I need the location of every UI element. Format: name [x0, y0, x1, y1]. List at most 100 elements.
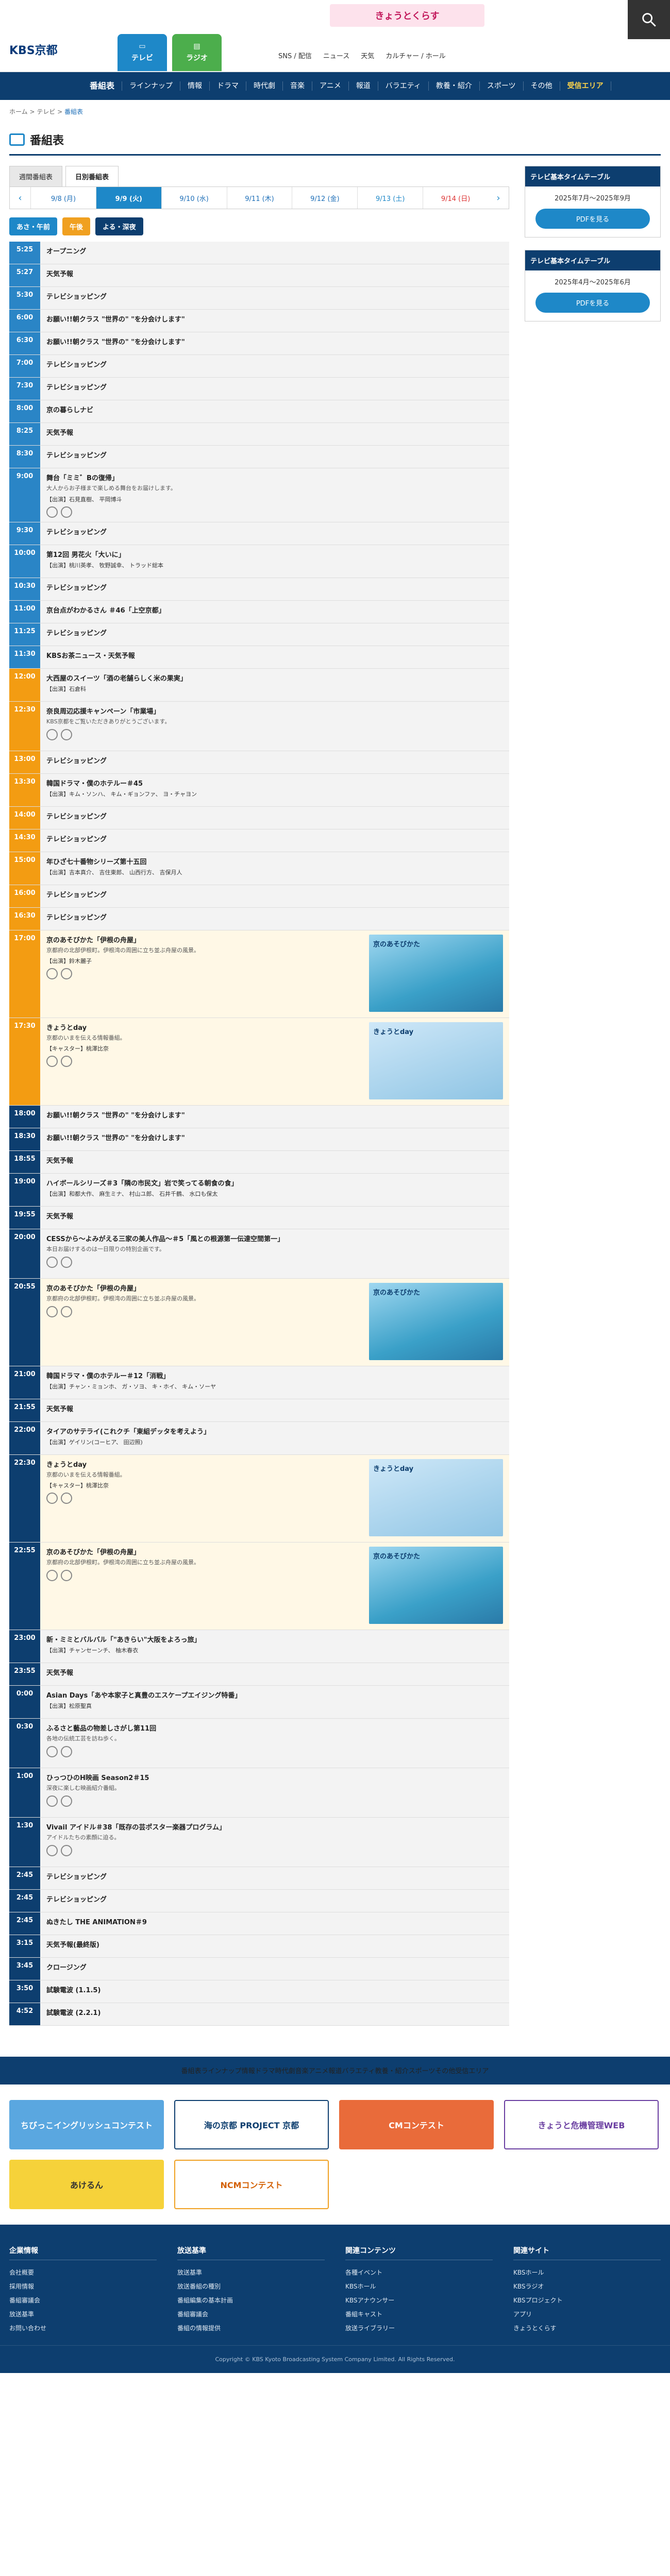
nav-item[interactable]: 時代劇	[246, 81, 283, 91]
filter-afternoon[interactable]: 午後	[62, 217, 91, 235]
nav-item[interactable]: ドラマ	[255, 2065, 275, 2075]
program-title[interactable]: テレビショッピング	[46, 582, 503, 592]
program-info-icon[interactable]	[46, 1570, 58, 1581]
footer-link[interactable]: KBSホール	[513, 2265, 661, 2279]
nav-item[interactable]: その他	[435, 2065, 455, 2075]
program-row[interactable]: 22:55 京のあそびかた「伊根の舟屋」 京都府の北部伊根町。伊根湾の周囲に立ち並ぶ…	[9, 1542, 509, 1630]
program-row[interactable]: 7:30 テレビショッピング	[9, 378, 509, 400]
site-logo[interactable]: KBS京都	[9, 41, 58, 58]
footer-link[interactable]: 番組の情報提供	[177, 2321, 325, 2335]
program-link-icon[interactable]	[61, 1056, 72, 1067]
program-title[interactable]: テレビショッピング	[46, 291, 503, 301]
nav-item[interactable]: ドラマ	[210, 81, 247, 91]
program-row[interactable]: 4:52 試験電波 (2.2.1)	[9, 2003, 509, 2026]
program-title[interactable]: きょうとday	[46, 1022, 363, 1032]
program-thumbnail[interactable]: 京のあそびかた	[369, 1546, 503, 1624]
program-row[interactable]: 23:00 新・ミミとバルバル「"あきらい"大阪をよろっ旅」 【出演】チャンセーンチ…	[9, 1630, 509, 1663]
nav-item[interactable]: 番組表	[82, 81, 123, 91]
footer-link[interactable]: 採用情報	[9, 2279, 157, 2293]
date-tab[interactable]: 9/12 (金)	[292, 187, 357, 209]
footer-link[interactable]: お問い合わせ	[9, 2321, 157, 2335]
program-row[interactable]: 2:45 テレビショッピング	[9, 1889, 509, 1912]
footer-link[interactable]: 会社概要	[9, 2265, 157, 2279]
promo-banner[interactable]: NCMコンテスト	[174, 2159, 329, 2209]
program-row[interactable]: 19:00 ハイボールシリーズ＃3「隣の市民文」岩で笑ってる朝食の食」 【出演】和都…	[9, 1173, 509, 1207]
program-thumbnail[interactable]: 京のあそびかた	[369, 934, 503, 1012]
program-link-icon[interactable]	[61, 506, 72, 518]
program-row[interactable]: 19:55 天気予報	[9, 1206, 509, 1229]
program-row[interactable]: 3:50 試験電波 (1.1.5)	[9, 1980, 509, 2003]
program-info-icon[interactable]	[46, 1056, 58, 1067]
nav-item[interactable]: その他	[524, 81, 560, 91]
program-title[interactable]: Vivail アイドル＃38「既存の芸ポスター楽器プログラム」	[46, 1822, 503, 1832]
program-row[interactable]: 15:00 年ひざ七十番物シリーズ第十五回 【出演】吉本真介、 吉住東郎、 山西行方…	[9, 852, 509, 885]
program-title[interactable]: テレビショッピング	[46, 834, 503, 843]
date-tab[interactable]: 9/11 (木)	[226, 187, 292, 209]
footer-link[interactable]: KBSプロジェクト	[513, 2293, 661, 2307]
program-row[interactable]: 11:30 KBSお茶ニュース・天気予報	[9, 646, 509, 669]
next-date-arrow-icon[interactable]: ›	[488, 187, 509, 209]
footer-link[interactable]: 番組キャスト	[345, 2307, 493, 2321]
program-info-icon[interactable]	[46, 506, 58, 518]
nav-item[interactable]: ラインナップ	[122, 81, 181, 91]
program-row[interactable]: 3:45 クロージング	[9, 1957, 509, 1980]
program-title[interactable]: 天気予報	[46, 427, 503, 437]
footer-link[interactable]: 放送ライブラリー	[345, 2321, 493, 2335]
program-title[interactable]: お願い!!朝クラス "世界の" "を分会けします"	[46, 336, 503, 346]
date-tab[interactable]: 9/14 (日)	[423, 187, 488, 209]
program-row[interactable]: 14:00 テレビショッピング	[9, 806, 509, 829]
promo-banner[interactable]: CMコンテスト	[339, 2099, 494, 2149]
program-row[interactable]: 12:00 大西屋のスイーツ「酒の老舗らしく米の果実」 【出演】石倉科	[9, 668, 509, 702]
program-title[interactable]: 京のあそびかた「伊根の舟屋」	[46, 1547, 363, 1556]
program-row[interactable]: 11:25 テレビショッピング	[9, 623, 509, 646]
program-row[interactable]: 9:30 テレビショッピング	[9, 522, 509, 545]
program-row[interactable]: 21:55 天気予報	[9, 1399, 509, 1422]
program-row[interactable]: 1:30 Vivail アイドル＃38「既存の芸ポスター楽器プログラム」 アイドルた…	[9, 1817, 509, 1867]
program-info-icon[interactable]	[46, 1306, 58, 1317]
program-link-icon[interactable]	[61, 1795, 72, 1807]
program-title[interactable]: 京のあそびかた「伊根の舟屋」	[46, 1283, 363, 1293]
nav-item[interactable]: ラインナップ	[202, 2065, 242, 2075]
program-row[interactable]: 10:00 第12回 男花火「大いに」 【出演】桃川英孝、 牧野誠幸、 トラッド総本	[9, 545, 509, 578]
program-row[interactable]: 6:00 お願い!!朝クラス "世界の" "を分会けします"	[9, 310, 509, 332]
program-title[interactable]: 年ひざ七十番物シリーズ第十五回	[46, 856, 503, 866]
tab-daily[interactable]: 日別番組表	[65, 166, 119, 187]
program-link-icon[interactable]	[61, 1493, 72, 1504]
program-row[interactable]: 20:55 京のあそびかた「伊根の舟屋」 京都府の北部伊根町。伊根湾の周囲に立ち並ぶ…	[9, 1278, 509, 1366]
program-title[interactable]: テレビショッピング	[46, 1894, 503, 1904]
program-info-icon[interactable]	[46, 1257, 58, 1268]
promo-banner[interactable]: あけるん	[9, 2159, 164, 2209]
program-title[interactable]: 天気予報	[46, 1667, 503, 1677]
search-button[interactable]	[628, 0, 670, 39]
program-title[interactable]: オープニング	[46, 246, 503, 256]
program-row[interactable]: 8:25 天気予報	[9, 423, 509, 446]
date-tab[interactable]: 9/9 (火)	[95, 187, 161, 209]
program-title[interactable]: 天気予報(最終版)	[46, 1939, 503, 1949]
program-row[interactable]: 1:00 ひっつひのH映画 Season2＃15 深夜に楽しむ映画紹介番組。	[9, 1768, 509, 1818]
program-title[interactable]: きょうとday	[46, 1459, 363, 1469]
nav-item[interactable]: アニメ	[309, 2065, 329, 2075]
program-link-icon[interactable]	[61, 1845, 72, 1856]
program-title[interactable]: ぬきたし THE ANIMATION＃9	[46, 1917, 503, 1926]
program-row[interactable]: 17:00 京のあそびかた「伊根の舟屋」 京都府の北部伊根町。伊根湾の周囲に立ち並ぶ…	[9, 930, 509, 1018]
program-row[interactable]: 2:45 ぬきたし THE ANIMATION＃9	[9, 1912, 509, 1935]
program-title[interactable]: 天気予報	[46, 268, 503, 278]
nav-item[interactable]: 教養・紹介	[375, 2065, 409, 2075]
date-tab[interactable]: 9/10 (水)	[161, 187, 227, 209]
nav-item[interactable]: 音楽	[295, 2065, 309, 2075]
program-row[interactable]: 0:00 Asian Days「あや本家子と真豊のエスケープエイジング特番」 【出演…	[9, 1685, 509, 1719]
footer-link[interactable]: 番組審議会	[9, 2293, 157, 2307]
nav-item[interactable]: 情報	[242, 2065, 255, 2075]
date-tab[interactable]: 9/13 (土)	[357, 187, 423, 209]
program-row[interactable]: 17:30 きょうとday 京都のいまを伝える情報番組。 【キャスター】桃澤比奈 きょう…	[9, 1018, 509, 1106]
program-title[interactable]: テレビショッピング	[46, 382, 503, 392]
program-info-icon[interactable]	[46, 1795, 58, 1807]
program-title[interactable]: ふるさと藝品の物差しさがし第11回	[46, 1723, 503, 1733]
promo-banner[interactable]: ちびっこイングリッシュコンテスト	[9, 2099, 164, 2149]
nav-item[interactable]: バラエティ	[378, 81, 429, 91]
pdf-button[interactable]: PDFを見る	[535, 209, 650, 229]
footer-link[interactable]: 放送基準	[177, 2265, 325, 2279]
program-title[interactable]: テレビショッピング	[46, 628, 503, 637]
program-link-icon[interactable]	[61, 968, 72, 979]
program-row[interactable]: 5:30 テレビショッピング	[9, 287, 509, 310]
